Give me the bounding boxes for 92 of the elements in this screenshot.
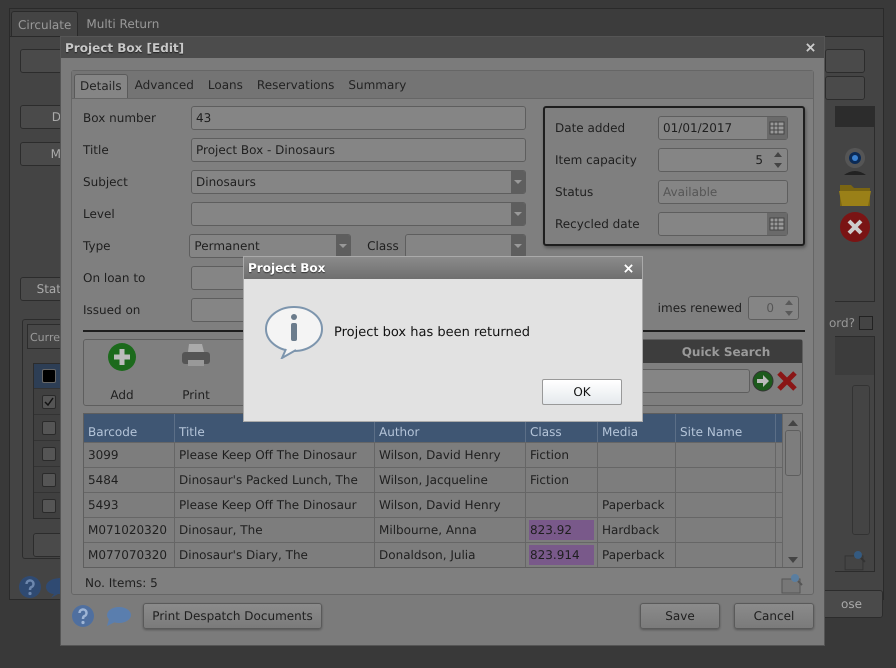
select-all-checkbox[interactable] (42, 369, 56, 383)
close-icon[interactable] (806, 43, 815, 52)
panel-header (835, 337, 874, 375)
delete-icon[interactable] (838, 211, 870, 243)
field-label: Item capacity (555, 152, 638, 167)
table-cell: Dinosaur's Packed Lunch, The (175, 468, 375, 492)
table-cell: M071020320 (84, 518, 175, 542)
caret-icon (511, 170, 525, 193)
cancel-button[interactable]: Cancel (734, 603, 814, 629)
help-icon[interactable] (18, 575, 42, 599)
field-label: Subject (83, 174, 129, 189)
date-field[interactable]: 01/01/2017 (658, 116, 788, 140)
table-cell: 5484 (84, 468, 175, 492)
message-text: Project box has been returned (334, 324, 530, 340)
dialog-title: Project Box [Edit] (65, 40, 184, 54)
table-cell: Hardback (598, 518, 676, 542)
tab[interactable]: Multi Return (80, 11, 166, 36)
checkbox[interactable] (859, 316, 873, 330)
plus-icon (107, 342, 137, 372)
field-label: Title (83, 142, 110, 157)
help-icon[interactable] (71, 604, 95, 628)
tab[interactable]: Circulate (11, 11, 78, 36)
button[interactable] (825, 76, 865, 100)
table-cell: Dinosaur, The (175, 518, 375, 542)
folder-search-icon[interactable] (781, 572, 803, 594)
tab[interactable]: Advanced (128, 74, 201, 98)
table-cell: Dinosaur's Diary, The (175, 543, 375, 568)
table-cell: M077070320 (84, 543, 175, 568)
caret-icon (511, 234, 525, 257)
number-spinner[interactable]: 5 (658, 148, 788, 172)
table-cell: Wilson, David Henry (375, 493, 526, 518)
table-cell: Fiction (526, 468, 598, 492)
info-speech-bubble-icon (264, 305, 324, 359)
field-label: Date added (555, 120, 626, 135)
table-cell: 823.914 (526, 543, 598, 568)
checkbox[interactable] (42, 472, 56, 486)
column-header[interactable]: Site Name (676, 414, 776, 442)
dropdown[interactable] (404, 234, 526, 258)
table-cell: Paperback (598, 543, 676, 568)
table-cell: Fiction (526, 443, 598, 468)
tab[interactable]: Details (74, 74, 128, 98)
field-label: On loan to (83, 270, 146, 285)
tab[interactable]: Loans (200, 74, 250, 98)
print-despatch-button[interactable]: Print Despatch Documents (143, 603, 322, 629)
save-button[interactable]: Save (640, 603, 720, 629)
calendar-icon[interactable] (767, 116, 787, 139)
checkbox[interactable] (42, 446, 56, 460)
caret-icon (511, 202, 525, 225)
checkbox[interactable] (42, 498, 56, 512)
checkbox[interactable] (42, 420, 56, 434)
field-label: Status (555, 184, 594, 199)
option-label: ord? (828, 316, 855, 330)
field-label: Issued on (83, 302, 142, 317)
table-cell: Wilson, David Henry (375, 443, 526, 468)
date-field[interactable] (658, 212, 788, 236)
print-button[interactable]: Print (166, 342, 226, 406)
calendar-icon[interactable] (767, 212, 787, 235)
table-cell: Please Keep Off The Dinosaur (175, 493, 375, 518)
table-cell: Paperback (598, 493, 676, 518)
ok-button[interactable]: OK (542, 379, 622, 405)
column-header[interactable]: Barcode (84, 414, 175, 442)
text-field[interactable]: 43 (191, 106, 526, 130)
item-count: No. Items: 5 (85, 576, 158, 590)
dialog-title: Project Box (248, 261, 326, 275)
folder-search-icon[interactable] (844, 549, 866, 572)
table-cell: 3099 (84, 443, 175, 468)
table-cell: Milbourne, Anna (375, 518, 526, 542)
dropdown[interactable]: Permanent (189, 234, 352, 258)
scroll-down-icon[interactable] (788, 557, 798, 564)
field-label: Type (83, 238, 112, 253)
button[interactable] (825, 49, 865, 73)
field-label: Box number (83, 110, 157, 125)
dropdown[interactable]: Dinosaurs (191, 170, 526, 194)
tab[interactable]: Reservations (250, 74, 342, 98)
dropdown[interactable] (191, 202, 526, 226)
caret-icon (336, 234, 350, 257)
scrollbar[interactable] (782, 414, 802, 568)
scroll-thumb[interactable] (784, 430, 800, 476)
scroll-up-icon[interactable] (788, 420, 798, 426)
field-label: Class (367, 238, 399, 253)
field-label: Recycled date (555, 216, 641, 231)
tab[interactable]: Summary (341, 74, 414, 98)
table-cell: 5493 (84, 493, 175, 518)
field-label: imes renewed (658, 300, 742, 315)
field-label: Level (83, 206, 116, 221)
table-cell: Please Keep Off The Dinosaur (175, 443, 375, 468)
table-cell: 823.92 (526, 518, 598, 542)
text-field[interactable]: Project Box - Dinosaurs (191, 138, 526, 162)
table-cell: Wilson, Jacqueline (375, 468, 526, 492)
table-cell: Donaldson, Julia (375, 543, 526, 568)
checkbox[interactable] (42, 394, 56, 408)
add-button[interactable]: Add (92, 342, 152, 406)
